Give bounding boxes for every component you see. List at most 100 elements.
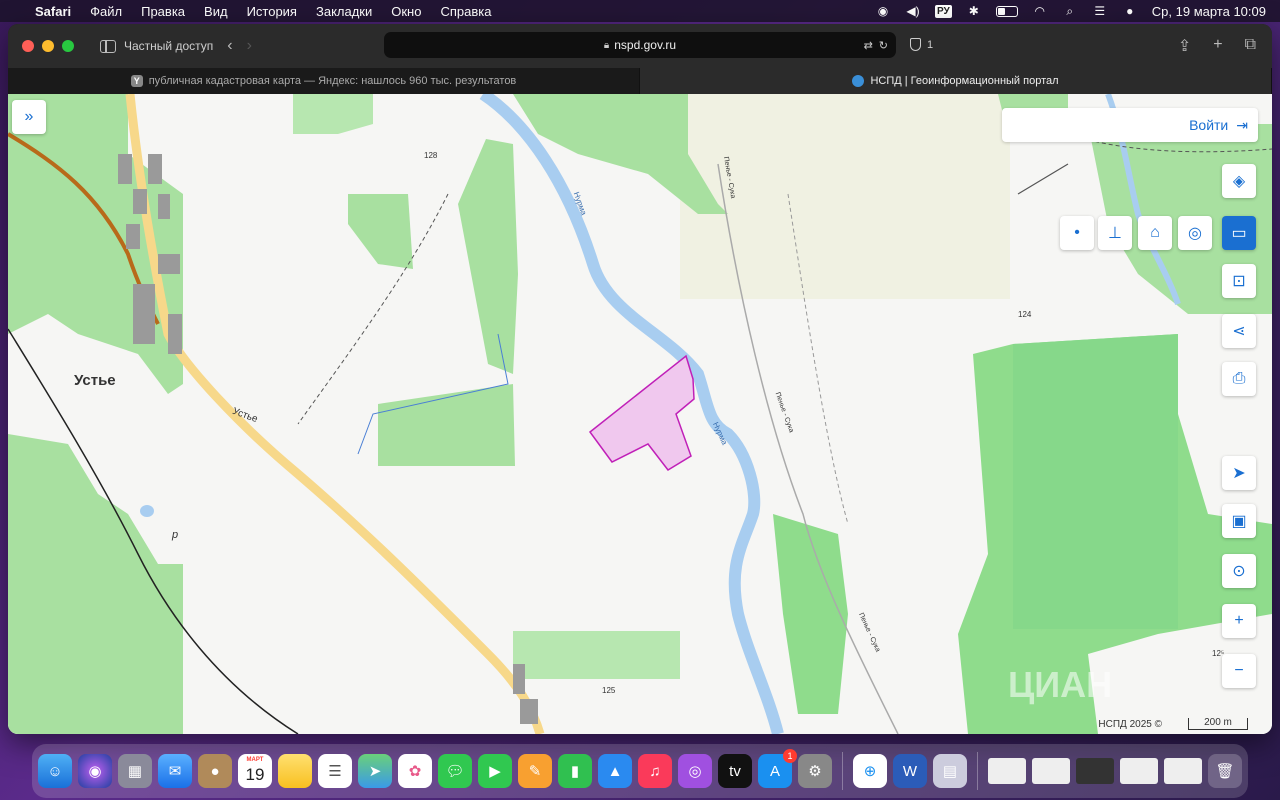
elevation-label: 128 [424, 151, 438, 160]
back-button[interactable]: ‹ [227, 37, 232, 55]
input-language-badge[interactable]: РУ [935, 4, 952, 18]
calendar-day: 19 [245, 765, 265, 784]
ruler-icon[interactable]: ▭ [1222, 216, 1256, 250]
music-icon[interactable]: ♫ [638, 754, 672, 788]
reload-icon[interactable]: ↻ [879, 39, 888, 52]
measure-point-icon[interactable]: • [1060, 216, 1094, 250]
map-letter-label: р [172, 529, 179, 541]
macos-dock: ☺ ◉ ▦ ✉ ● МАРТ 19 ☰ ➤ ✿ 💬︎ ▶ ✎ ▮ ▲ ♫ ◎ t… [32, 744, 1248, 798]
numbers-icon[interactable]: ▮ [558, 754, 592, 788]
pages-icon[interactable]: ✎ [518, 754, 552, 788]
private-browsing-label: Частный доступ [124, 39, 214, 53]
zoom-out-button[interactable]: − [1222, 654, 1256, 688]
fullscreen-window-button[interactable] [62, 40, 74, 52]
dock-separator [977, 752, 978, 790]
cadastral-map[interactable]: Устье Устье 128 124 125 12⁵ Нурма Нурма … [8, 94, 1272, 734]
translate-icon[interactable]: ⇄ [864, 39, 873, 52]
recent-window-thumbnail[interactable] [1120, 758, 1158, 784]
navigate-icon[interactable]: ➤ [1222, 456, 1256, 490]
trash-icon[interactable]: 🗑︎ [1208, 754, 1242, 788]
facetime-icon[interactable]: ▶ [478, 754, 512, 788]
contacts-icon[interactable]: ● [198, 754, 232, 788]
privacy-count: 1 [927, 38, 934, 51]
close-window-button[interactable] [22, 40, 34, 52]
preview-icon[interactable]: ▤ [933, 754, 967, 788]
tab-title: НСПД | Геоинформационный портал [870, 75, 1059, 87]
menu-window[interactable]: Окно [391, 4, 421, 19]
mail-icon[interactable]: ✉ [158, 754, 192, 788]
browser-toolbar: Частный доступ ‹ › 🔒︎ nspd.gov.ru ⇄ ↻ 1 … [8, 24, 1272, 68]
recent-window-thumbnail[interactable] [1032, 758, 1070, 784]
apple-tv-icon[interactable]: tv [718, 754, 752, 788]
shield-icon [910, 38, 921, 51]
select-area-icon[interactable]: ⊡ [1222, 264, 1256, 298]
siri-icon[interactable]: ● [1122, 4, 1138, 18]
app-store-icon[interactable]: A 1 [758, 749, 797, 788]
battery-icon[interactable] [995, 5, 1018, 17]
login-button[interactable]: Войти ⇥ [1002, 108, 1258, 142]
dock-separator [842, 752, 843, 790]
address-bar[interactable]: 🔒︎ nspd.gov.ru ⇄ ↻ [384, 32, 896, 58]
messages-icon[interactable]: 💬︎ [438, 754, 472, 788]
elevation-label: 124 [1018, 310, 1032, 319]
reminders-icon[interactable]: ☰ [318, 754, 352, 788]
recent-window-thumbnail[interactable] [988, 758, 1026, 784]
recent-window-thumbnail[interactable] [1164, 758, 1202, 784]
menu-view[interactable]: Вид [204, 4, 228, 19]
calendar-month: МАРТ [246, 757, 264, 763]
bluetooth-icon[interactable]: ✱ [966, 4, 982, 18]
measure-line-icon[interactable]: ⊥ [1098, 216, 1132, 250]
word-icon[interactable]: W [893, 754, 927, 788]
map-canvas [8, 94, 1272, 734]
measure-area-icon[interactable]: ⌂ [1138, 216, 1172, 250]
menu-bookmarks[interactable]: Закладки [316, 4, 372, 19]
photos-icon[interactable]: ✿ [398, 754, 432, 788]
new-tab-icon[interactable]: + [1213, 36, 1222, 56]
minimap-icon[interactable]: ▣ [1222, 504, 1256, 538]
privacy-report[interactable]: 1 [910, 38, 933, 51]
share-map-icon[interactable]: ⋖ [1222, 314, 1256, 348]
finder-icon[interactable]: ☺ [38, 754, 72, 788]
podcasts-icon[interactable]: ◎ [678, 754, 712, 788]
spotlight-search-icon[interactable]: ⌕ [1062, 4, 1078, 18]
layers-icon[interactable]: ◈ [1222, 164, 1256, 198]
siri-icon[interactable]: ◉ [78, 754, 112, 788]
tab-overview-icon[interactable]: ⧉ [1245, 36, 1256, 56]
lock-icon: 🔒︎ [603, 39, 610, 51]
control-center-icon[interactable]: ☰ [1092, 4, 1108, 18]
forward-button[interactable]: › [247, 37, 252, 55]
maps-icon[interactable]: ➤ [358, 754, 392, 788]
nspd-favicon-icon [852, 75, 865, 87]
measure-circle-icon[interactable]: ◎ [1178, 216, 1212, 250]
wifi-icon[interactable]: ◠ [1032, 4, 1048, 18]
recent-window-thumbnail[interactable] [1076, 758, 1114, 784]
sidebar-toggle-icon[interactable] [100, 39, 116, 53]
grammarly-icon[interactable]: ◉ [875, 4, 891, 18]
map-credit: НСПД 2025 © [1098, 719, 1162, 730]
expand-panel-button[interactable]: » [12, 100, 46, 134]
menu-history[interactable]: История [247, 4, 297, 19]
menu-edit[interactable]: Правка [141, 4, 185, 19]
keynote-icon[interactable]: ▲ [598, 754, 632, 788]
print-icon[interactable]: ⎙ [1222, 362, 1256, 396]
menu-app-name[interactable]: Safari [35, 4, 71, 19]
tab-yandex[interactable]: Y публичная кадастровая карта — Яндекс: … [8, 68, 640, 94]
menu-help[interactable]: Справка [440, 4, 491, 19]
notes-icon[interactable] [278, 754, 312, 788]
yandex-favicon-icon: Y [130, 75, 143, 87]
locate-icon[interactable]: ⊙ [1222, 554, 1256, 588]
minimize-window-button[interactable] [42, 40, 54, 52]
tab-nspd[interactable]: НСПД | Геоинформационный портал [640, 68, 1272, 94]
url-text: nspd.gov.ru [614, 38, 677, 52]
zoom-in-button[interactable]: + [1222, 604, 1256, 638]
forest-area [1013, 334, 1178, 629]
safari-icon[interactable]: ⊕ [853, 754, 887, 788]
launchpad-icon[interactable]: ▦ [118, 754, 152, 788]
menu-file[interactable]: Файл [90, 4, 122, 19]
menubar-datetime[interactable]: Ср, 19 марта 10:09 [1152, 4, 1266, 19]
volume-icon[interactable]: ◀) [905, 4, 921, 18]
system-settings-icon[interactable]: ⚙ [798, 754, 832, 788]
elevation-label: 125 [602, 686, 616, 695]
calendar-icon[interactable]: МАРТ 19 [238, 754, 272, 788]
share-icon[interactable]: ⇪ [1178, 36, 1191, 56]
